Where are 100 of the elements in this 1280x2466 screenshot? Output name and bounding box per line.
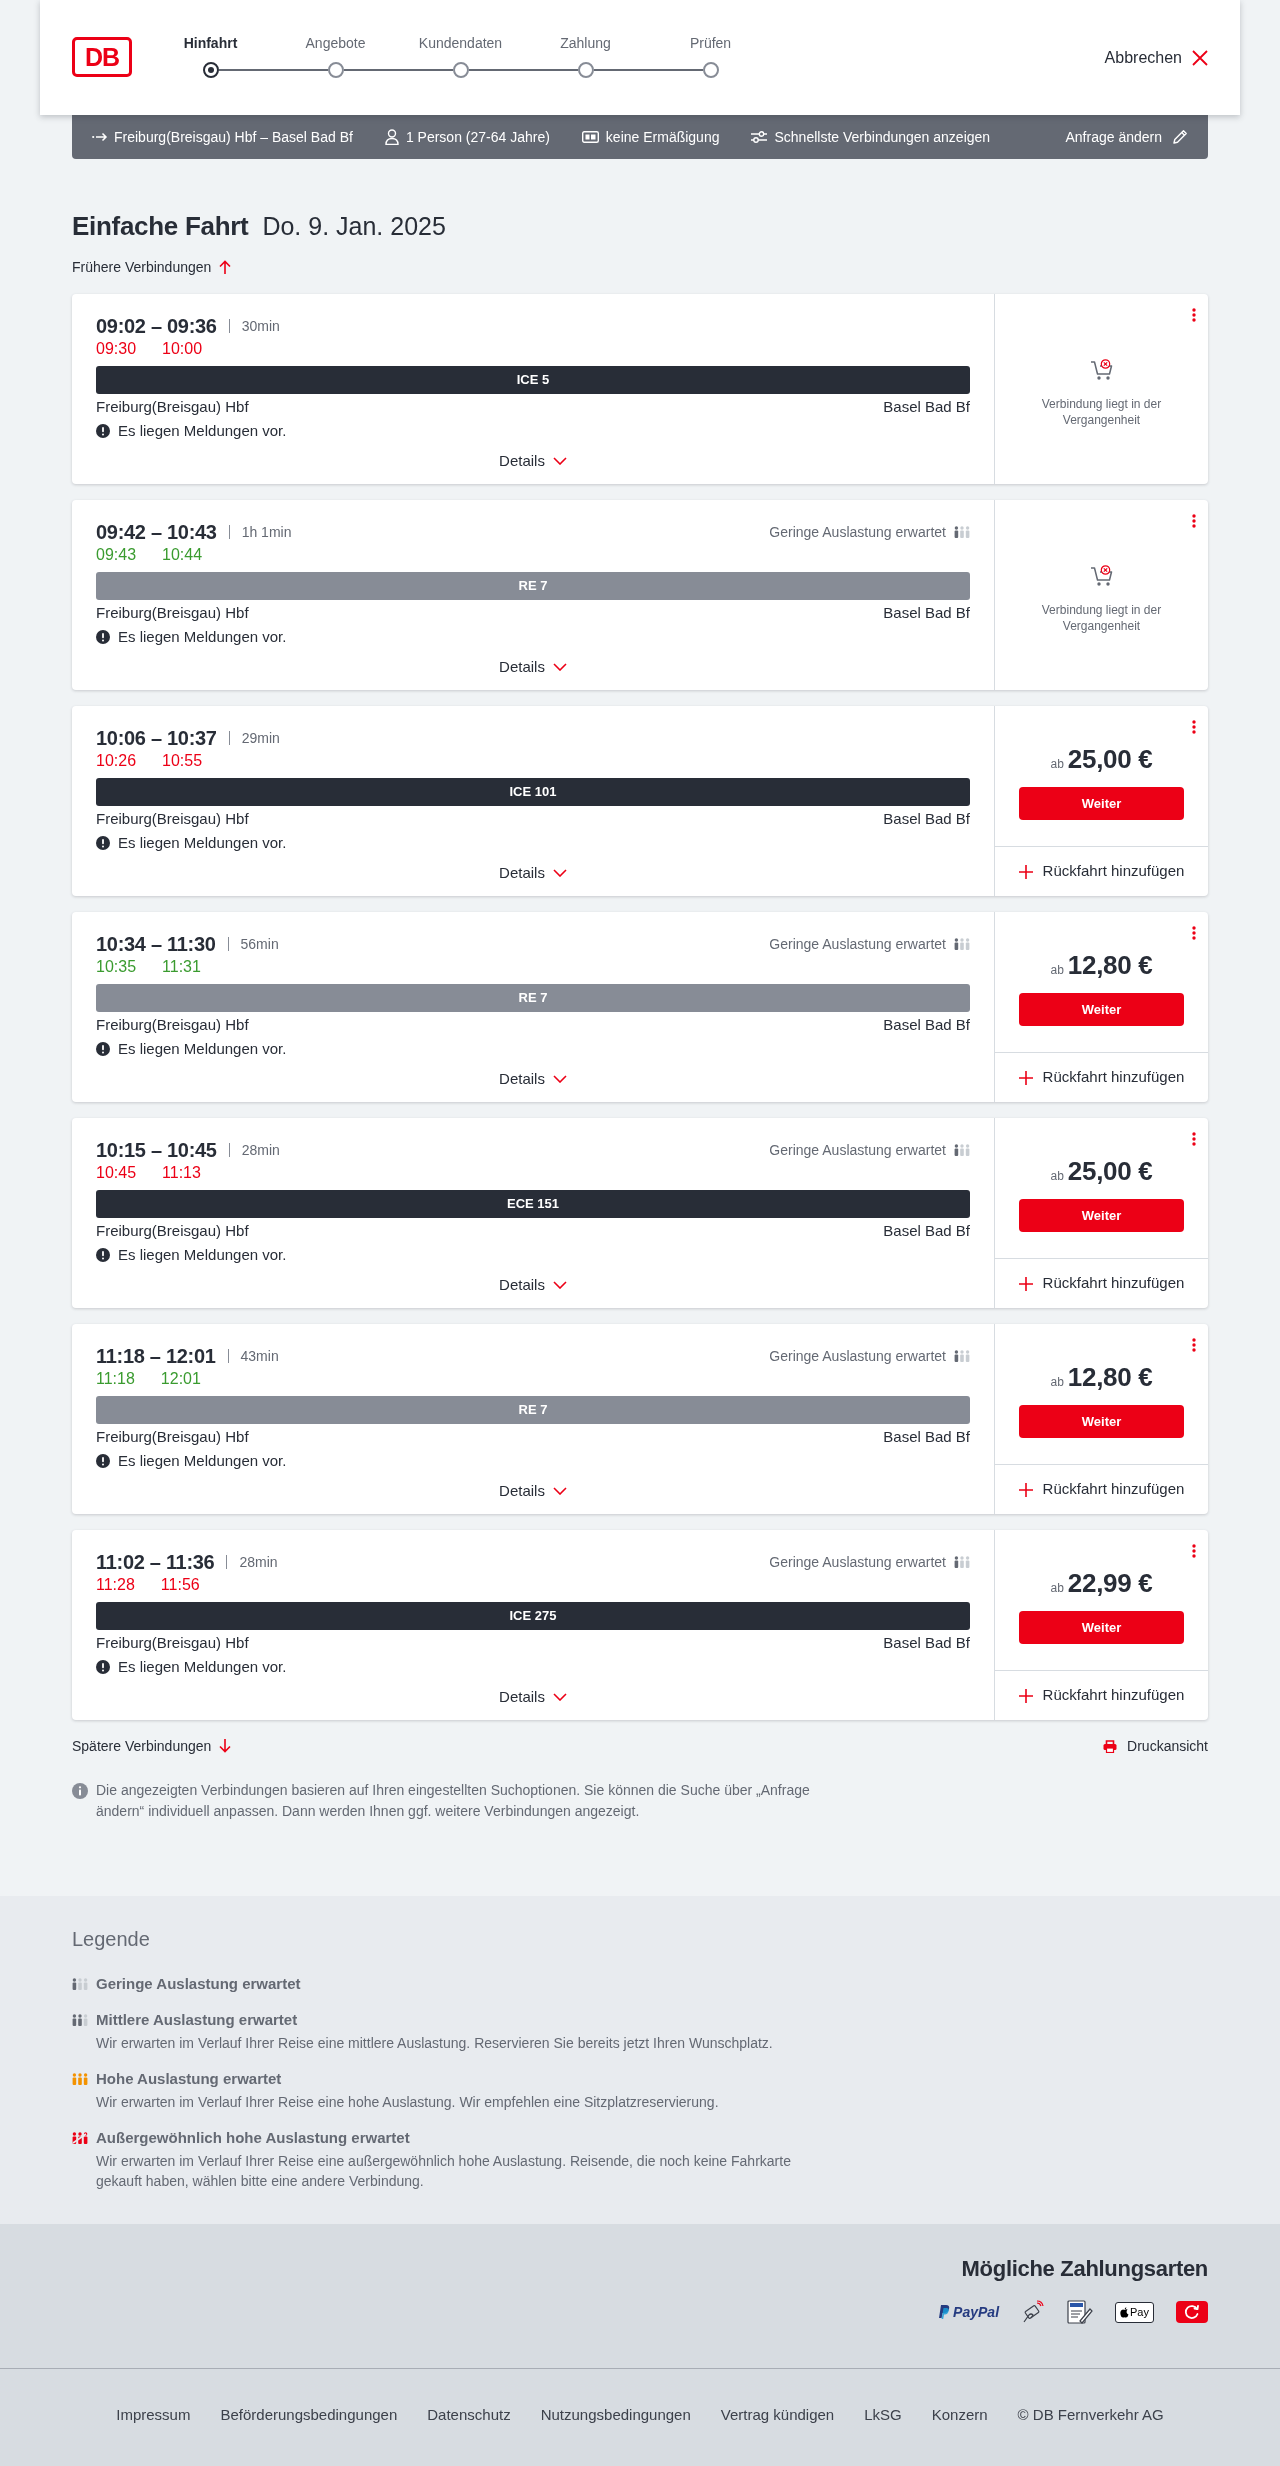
printer-icon (1103, 1739, 1118, 1753)
occupancy-icon (954, 1350, 970, 1362)
destination-station: Basel Bad Bf (883, 809, 970, 829)
price: 25,00 € (1067, 743, 1153, 775)
footer-link[interactable]: Datenschutz (427, 2405, 511, 2466)
realtime-departure: 11:28 (96, 1575, 135, 1595)
duration: 30min (241, 316, 280, 336)
discount-text: keine Ermäßigung (605, 127, 720, 147)
travel-time: 09:02 – 09:36 (96, 314, 217, 338)
later-connections-link[interactable]: Spätere Verbindungen (72, 1735, 232, 1757)
more-icon (1192, 720, 1196, 734)
occupancy-icon (954, 1144, 970, 1156)
more-button[interactable] (1192, 720, 1196, 734)
occupancy-label: Geringe Auslastung erwartet (769, 522, 946, 542)
occupancy-icon (72, 2132, 88, 2144)
details-button[interactable]: Details (499, 1687, 567, 1707)
alert-icon (96, 1660, 110, 1674)
edit-request-button[interactable]: Anfrage ändern (1065, 126, 1188, 148)
legend-item-text: Wir erwarten im Verlauf Ihrer Reise eine mittlere Auslastung. Reservieren Sie bereits jetzt Ihren Wunschplatz. (96, 2034, 774, 2053)
footer-link[interactable]: Konzern (931, 2405, 988, 2466)
origin-station: Freiburg(Breisgau) Hbf (96, 1221, 249, 1241)
details-button[interactable]: Details (499, 1069, 567, 1089)
past-connection-note: Verbindung liegt in der Vergangenheit (1040, 602, 1163, 634)
continue-button[interactable]: Weiter (1019, 1611, 1184, 1644)
realtime-arrival: 11:13 (162, 1163, 201, 1183)
realtime-departure: 10:26 (96, 751, 137, 771)
pencil-icon (1172, 129, 1188, 145)
continue-button[interactable]: Weiter (1019, 1199, 1184, 1232)
search-option-text: Schnellste Verbindungen anzeigen (774, 127, 991, 147)
document-pen-icon (1067, 2300, 1094, 2324)
payment-logo-text: PayPal (953, 2304, 1000, 2320)
more-button[interactable] (1192, 926, 1196, 940)
earlier-connections-link[interactable]: Frühere Verbindungen (72, 257, 232, 277)
logo-mark-icon (939, 2305, 951, 2319)
occupancy-icon (954, 938, 970, 950)
message-text: Es liegen Meldungen vor. (118, 832, 287, 853)
print-view-link[interactable]: Druckansicht (1103, 1735, 1208, 1757)
more-button[interactable] (1192, 1544, 1196, 1558)
footer-link[interactable]: Nutzungsbedingungen (540, 2405, 691, 2466)
train-bar: RE 7 (96, 984, 970, 1012)
arrow-up-icon (219, 260, 232, 274)
details-button[interactable]: Details (499, 657, 567, 677)
footer-link[interactable]: Beförderungsbedingungen (220, 2405, 398, 2466)
origin-station: Freiburg(Breisgau) Hbf (96, 1015, 249, 1035)
chevron-down-icon (552, 1281, 567, 1289)
add-return-button[interactable]: Rückfahrt hinzufügen (1018, 860, 1185, 883)
details-button[interactable]: Details (499, 451, 567, 471)
origin-station: Freiburg(Breisgau) Hbf (96, 1427, 249, 1447)
continue-button[interactable]: Weiter (1019, 993, 1184, 1026)
cancel-button[interactable]: Abbrechen (1104, 45, 1208, 70)
details-button[interactable]: Details (499, 1481, 567, 1501)
realtime-departure: 09:43 (96, 545, 137, 565)
more-button[interactable] (1192, 308, 1196, 322)
destination-station: Basel Bad Bf (883, 1427, 970, 1447)
cart-cross-icon (1089, 564, 1114, 588)
add-return-button[interactable]: Rückfahrt hinzufügen (1018, 1272, 1185, 1295)
more-icon (1192, 514, 1196, 528)
continue-button[interactable]: Weiter (1019, 787, 1184, 820)
footer-link[interactable]: LkSG (864, 2405, 902, 2466)
price-prefix: ab (1050, 1168, 1064, 1185)
travel-time: 10:15 – 10:45 (96, 1138, 217, 1162)
more-button[interactable] (1192, 514, 1196, 528)
route-text: Freiburg(Breisgau) Hbf – Basel Bad Bf (114, 127, 353, 147)
chevron-down-icon (552, 1693, 567, 1701)
duration: 56min (240, 934, 279, 954)
destination-station: Basel Bad Bf (883, 603, 970, 623)
realtime-arrival: 10:55 (162, 751, 203, 771)
footer-link[interactable]: Vertrag kündigen (720, 2405, 835, 2466)
message-text: Es liegen Meldungen vor. (118, 420, 287, 441)
alert-icon (96, 630, 110, 644)
legend-item-title: Außergewöhnlich hohe Auslastung erwartet (96, 2128, 411, 2148)
message-text: Es liegen Meldungen vor. (118, 1038, 287, 1059)
train-bar: RE 7 (96, 572, 970, 600)
travel-time: 11:18 – 12:01 (96, 1344, 216, 1368)
plus-icon (1018, 1688, 1033, 1703)
train-bar: ICE 101 (96, 778, 970, 806)
origin-station: Freiburg(Breisgau) Hbf (96, 809, 249, 829)
add-return-button[interactable]: Rückfahrt hinzufügen (1018, 1684, 1185, 1707)
legend-item-title: Hohe Auslastung erwartet (96, 2069, 283, 2089)
step-label: Kundendaten (418, 34, 503, 52)
duration: 29min (241, 728, 280, 748)
footer-link[interactable]: Impressum (116, 2405, 191, 2466)
more-button[interactable] (1192, 1132, 1196, 1146)
apple-icon (1120, 2306, 1130, 2318)
more-button[interactable] (1192, 1338, 1196, 1352)
price-prefix: ab (1050, 1580, 1064, 1597)
price-prefix: ab (1050, 1374, 1064, 1391)
continue-button[interactable]: Weiter (1019, 1405, 1184, 1438)
cart-cross-icon (1089, 358, 1114, 382)
price: 12,80 € (1067, 949, 1153, 981)
logo[interactable]: DB (72, 37, 132, 77)
chevron-down-icon (552, 869, 567, 877)
duration: 1h 1min (241, 522, 292, 542)
details-button[interactable]: Details (499, 863, 567, 883)
duration: 28min (239, 1552, 278, 1572)
add-return-button[interactable]: Rückfahrt hinzufügen (1018, 1066, 1185, 1089)
details-button[interactable]: Details (499, 1275, 567, 1295)
more-icon (1192, 1132, 1196, 1146)
price-prefix: ab (1050, 756, 1064, 773)
add-return-button[interactable]: Rückfahrt hinzufügen (1018, 1478, 1185, 1501)
